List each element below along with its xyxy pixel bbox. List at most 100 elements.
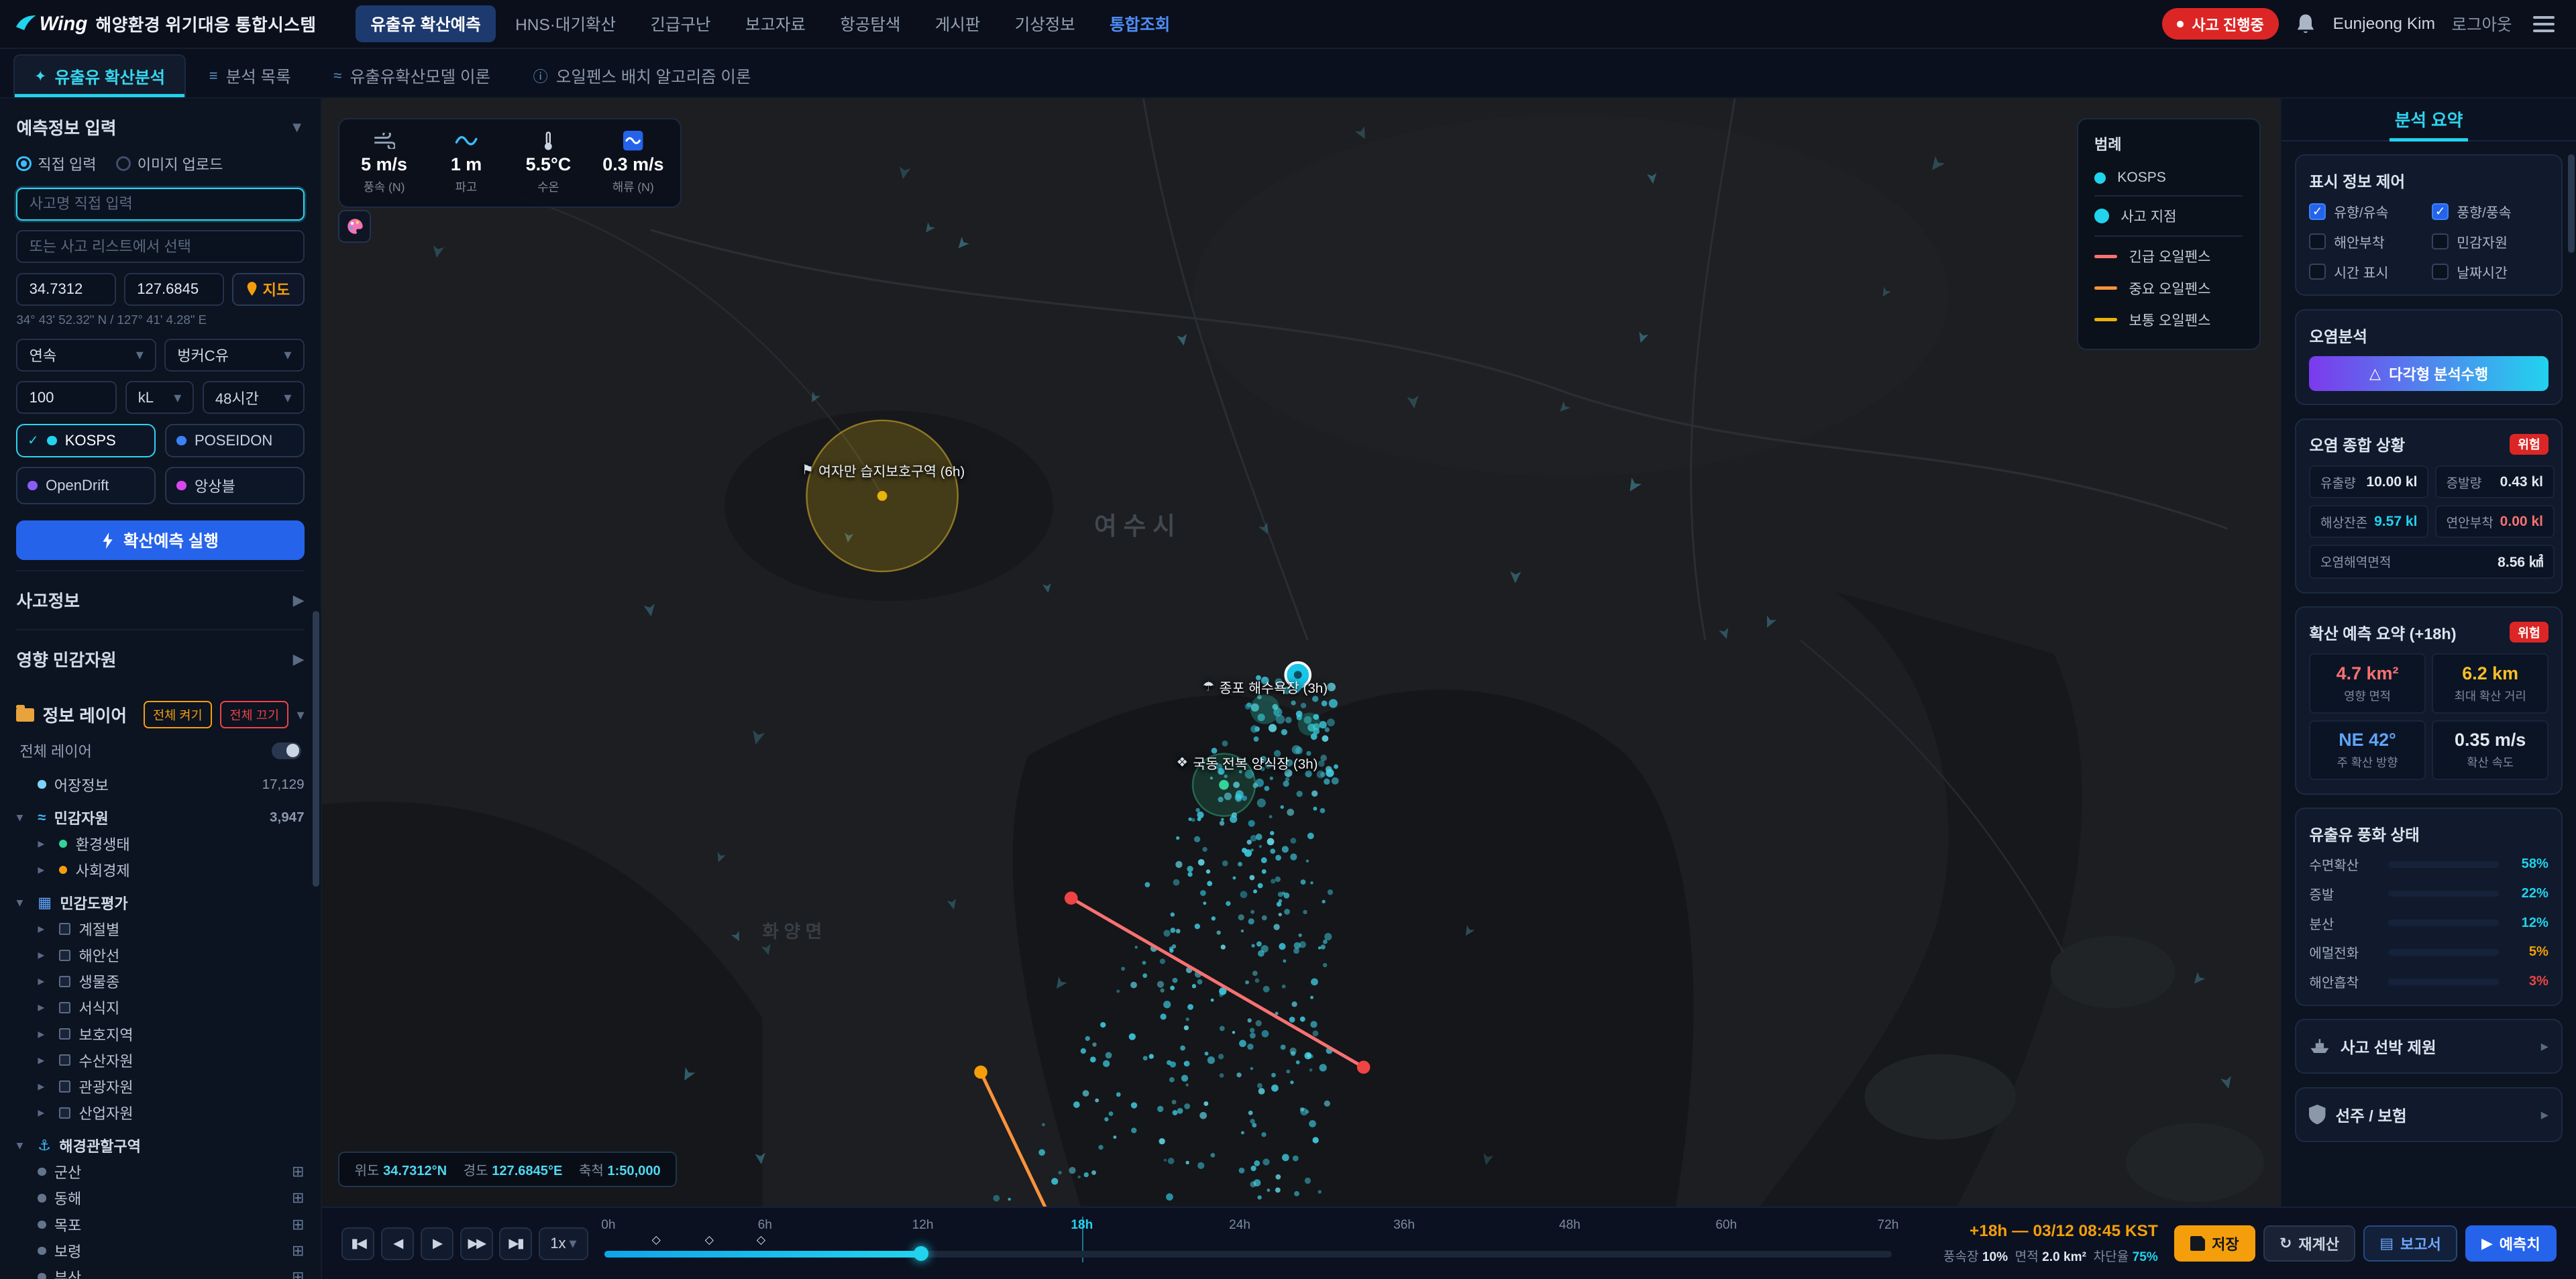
timeline-tick[interactable]: 60h [1715,1218,1737,1233]
zone-map-icon[interactable]: ⊞ [292,1242,304,1260]
map-label-aquafarm[interactable]: ❖ 국동 전복 양식장 (3h) [1176,753,1318,773]
chevron-right-icon[interactable]: ▸ [38,1052,51,1068]
layer-group-sensitivity-index[interactable]: ▾▦ 민감도평가 [16,889,304,915]
fence-marker-icon[interactable]: ◇ [757,1233,765,1247]
nav-item-aerial[interactable]: 항공탐색 [825,5,915,42]
layer-item-boryeong[interactable]: 보령⊞ [16,1237,304,1264]
chevron-down-icon[interactable]: ▾ [16,810,30,826]
normal-oil-fence-line[interactable] [981,1072,1065,1207]
chevron-right-icon[interactable]: ▸ [38,921,51,937]
all-layers-toggle[interactable] [272,742,301,759]
nav-item-hns[interactable]: HNS·대기확산 [500,5,631,42]
layer-item-industry[interactable]: ▸산업자원 [16,1100,304,1126]
layer-item-gunsan[interactable]: 군산⊞ [16,1159,304,1185]
tab-boom-algorithm-theory[interactable]: ⓘ 오일펜스 배치 알고리즘 이론 [513,54,771,97]
all-layers-on-button[interactable]: 전체 켜기 [144,701,212,728]
tab-analysis-list[interactable]: ≡ 분석 목록 [189,54,311,97]
report-button[interactable]: ▤보고서 [2363,1225,2457,1262]
amount-input[interactable] [16,381,117,414]
zone-map-icon[interactable]: ⊞ [292,1216,304,1233]
fast-forward-button[interactable]: ▶▶ [460,1227,493,1260]
layer-item-busan[interactable]: 부산⊞ [16,1264,304,1279]
fence-marker-icon[interactable]: ◇ [705,1233,714,1247]
timeline-tick[interactable]: 6h [758,1218,772,1233]
layer-item-tourism[interactable]: ▸관광자원 [16,1073,304,1099]
chevron-down-icon[interactable]: ▾ [16,1137,30,1154]
duration-select[interactable]: 48시간▾ [203,381,305,414]
layer-item-species[interactable]: ▸생물종 [16,968,304,995]
sidebar-scrollbar[interactable] [313,611,319,887]
step-back-button[interactable]: ◀ [381,1227,414,1260]
layer-group-sensitive-resources[interactable]: ▾≈ 민감자원3,947 [16,804,304,830]
longitude-input[interactable] [124,273,223,306]
owner-insurance-section[interactable]: 선주 / 보험 ▸ [2295,1087,2563,1142]
chevron-right-icon[interactable]: ▸ [38,947,51,963]
layer-item-fishery-resources[interactable]: ▸수산자원 [16,1047,304,1073]
map-canvas[interactable]: ➤➤➤➤➤➤➤➤➤➤➤➤➤➤➤➤➤➤➤➤➤➤➤➤➤➤➤➤➤➤➤➤➤➤ 여수시 화… [322,99,2280,1207]
chevron-right-icon[interactable]: ▸ [38,836,51,852]
timeline-tick[interactable]: 0h [601,1218,615,1233]
checkbox-datetime[interactable]: ✓날짜시간 [2432,262,2548,282]
layer-item-coastline[interactable]: ▸해안선 [16,942,304,968]
playback-speed-select[interactable]: 1x▾ [539,1227,588,1260]
tab-model-theory[interactable]: ≈ 유출유확산모델 이론 [314,54,510,97]
accident-name-input[interactable] [16,188,304,221]
accident-info-section[interactable]: 사고정보▶ [16,570,304,629]
impact-resources-section[interactable]: 영향 민감자원▶ [16,629,304,688]
radio-direct-input[interactable]: 직접 입력 [16,153,96,174]
chevron-right-icon[interactable]: ▸ [38,1078,51,1095]
play-button[interactable]: ▶ [421,1227,453,1260]
chevron-right-icon[interactable]: ▸ [38,862,51,878]
checkbox-wind[interactable]: ✓풍향/풍속 [2432,201,2548,221]
spill-type-select[interactable]: 연속▾ [16,339,156,372]
nav-item-oil-spill[interactable]: 유출유 확산예측 [356,5,495,42]
skip-start-button[interactable]: ▮◀ [341,1227,374,1260]
save-button[interactable]: 저장 [2174,1225,2255,1262]
model-chip-poseidon[interactable]: POSEIDON [165,424,304,457]
map-label-beach[interactable]: ☂ 종포 해수욕장 (3h) [1203,677,1328,697]
layer-item-socioeconomic[interactable]: ▸ 사회경제 [16,856,304,883]
timeline-tick[interactable]: 36h [1393,1218,1415,1233]
chevron-right-icon[interactable]: ▸ [38,973,51,989]
layer-item-fishery[interactable]: 어장정보17,129 [16,771,304,797]
checkbox-current[interactable]: ✓유향/유속 [2309,201,2425,221]
user-name[interactable]: Eunjeong Kim [2333,15,2435,34]
model-chip-kosps[interactable]: ✓KOSPS [16,424,155,457]
checkbox-sensitive-resources[interactable]: ✓민감자원 [2432,231,2548,252]
map-style-button[interactable] [338,210,371,243]
summary-tab[interactable]: 분석 요약 [2282,99,2576,142]
panel-scrollbar[interactable] [2568,154,2575,253]
model-chip-opendrift[interactable]: OpenDrift [16,467,155,504]
unit-select[interactable]: kL▾ [125,381,195,414]
chevron-down-icon[interactable]: ▾ [297,706,304,724]
timeline-tick[interactable]: 48h [1559,1218,1580,1233]
timeline-tick[interactable]: 12h [912,1218,934,1233]
zone-map-icon[interactable]: ⊞ [292,1268,304,1279]
timeline-tick[interactable]: 72h [1878,1218,1899,1233]
nav-item-integrated-search[interactable]: 통합조회 [1095,5,1185,42]
latitude-input[interactable] [16,273,115,306]
polygon-analysis-button[interactable]: △ 다각형 분석수행 [2309,356,2548,390]
fence-endpoint[interactable] [1357,1060,1371,1074]
chevron-right-icon[interactable]: ▸ [38,1105,51,1121]
nav-item-board[interactable]: 게시판 [920,5,996,42]
fence-endpoint[interactable] [1065,891,1078,905]
nav-item-rescue[interactable]: 긴급구난 [635,5,725,42]
checkbox-time-display[interactable]: ✓시간 표시 [2309,262,2425,282]
pick-on-map-button[interactable]: 지도 [232,273,305,306]
fence-endpoint[interactable] [974,1066,987,1079]
timeline-tick[interactable]: 24h [1229,1218,1250,1233]
radio-image-upload[interactable]: 이미지 업로드 [116,153,223,174]
chevron-right-icon[interactable]: ▸ [38,999,51,1015]
layer-item-donghae[interactable]: 동해⊞ [16,1185,304,1211]
layer-item-habitat[interactable]: ▸서식지 [16,995,304,1021]
layer-item-seasonal[interactable]: ▸계절별 [16,915,304,942]
accident-list-select[interactable] [16,230,304,263]
vessel-specs-section[interactable]: 사고 선박 제원 ▸ [2295,1019,2563,1074]
layer-item-mokpo[interactable]: 목포⊞ [16,1211,304,1237]
run-prediction-button[interactable]: 확산예측 실행 [16,520,304,560]
incident-status-badge[interactable]: 사고 진행중 [2162,8,2279,40]
chevron-right-icon[interactable]: ▸ [38,1026,51,1042]
timeline-track[interactable] [604,1251,1892,1258]
nav-item-reports[interactable]: 보고자료 [731,5,820,42]
